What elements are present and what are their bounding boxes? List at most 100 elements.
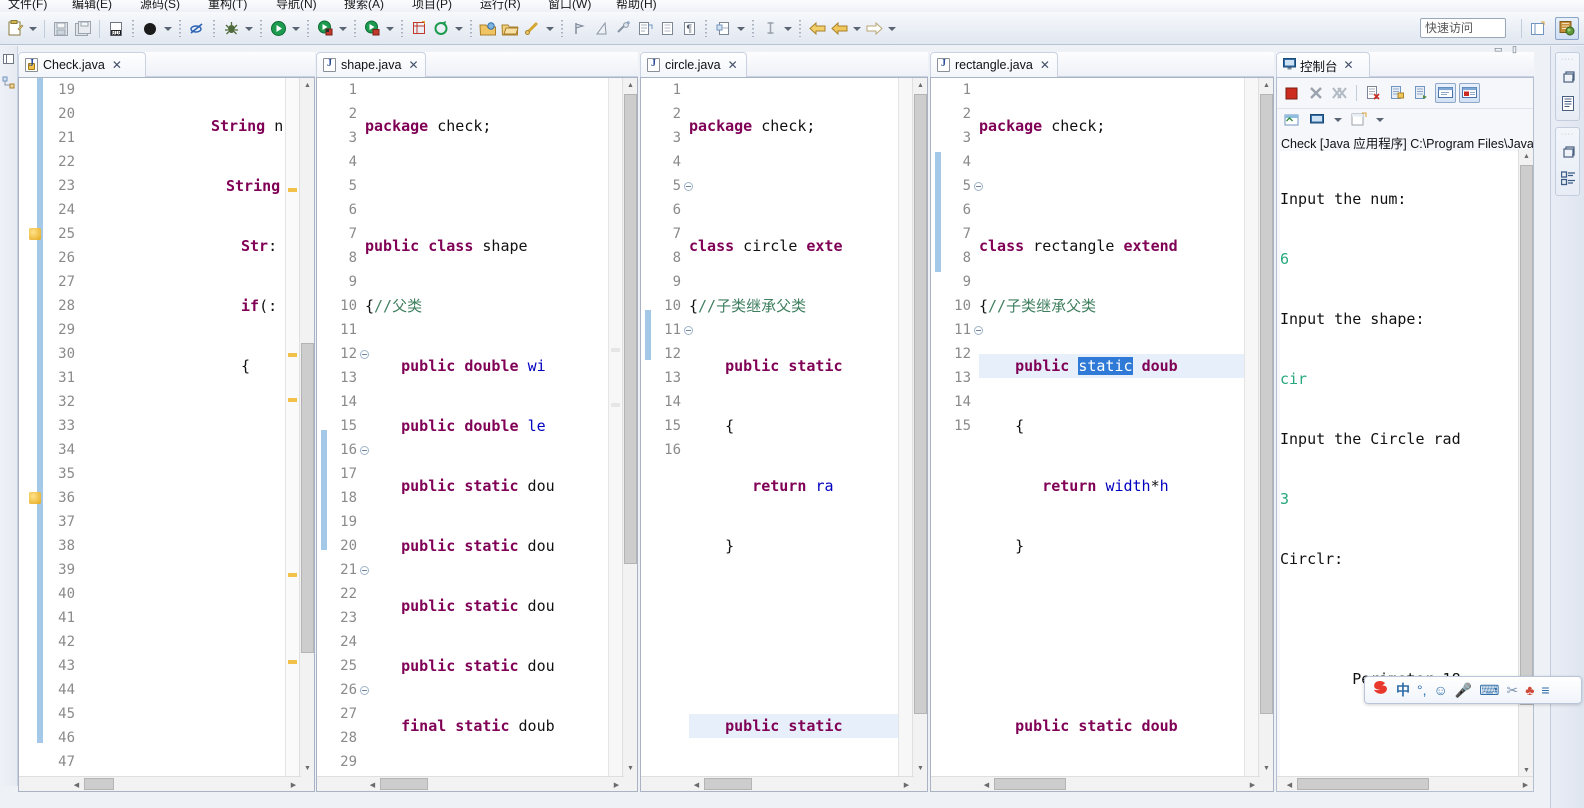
scrollbar-thumb[interactable] bbox=[84, 778, 114, 790]
rectangle-code-area[interactable]: 1 2 3 4 5 6 7 8 9 10 11 12 13 14 15 pack… bbox=[930, 77, 1274, 792]
ime-toolbox-icon[interactable]: ♣ bbox=[1525, 683, 1534, 697]
open-console-dropdown[interactable] bbox=[1331, 110, 1344, 130]
scroll-down-arrow[interactable]: ▼ bbox=[913, 761, 927, 776]
scroll-up-arrow[interactable]: ▲ bbox=[1259, 78, 1273, 93]
scroll-up-arrow[interactable]: ▲ bbox=[300, 78, 314, 93]
scrollbar-thumb[interactable] bbox=[704, 778, 752, 790]
scroll-down-arrow[interactable]: ▼ bbox=[623, 761, 637, 776]
scrollbar-thumb[interactable] bbox=[380, 778, 428, 790]
horizontal-scrollbar[interactable]: ◀ ▶ bbox=[19, 776, 301, 791]
menu-item-window[interactable]: 窗口(W) bbox=[548, 0, 591, 12]
ime-screenshot-icon[interactable]: ✂ bbox=[1506, 683, 1518, 697]
vertical-scrollbar[interactable]: ▲ ▼ bbox=[622, 78, 637, 791]
save-all-icon[interactable] bbox=[72, 17, 94, 41]
pin-editor-icon[interactable] bbox=[634, 17, 656, 41]
scroll-down-arrow[interactable]: ▼ bbox=[300, 761, 314, 776]
new-console-dropdown[interactable] bbox=[1373, 110, 1386, 130]
sogou-ime-toolbar[interactable]: 中 °, ☺ 🎤 ⌨ ✂ ♣ ≡ bbox=[1364, 676, 1582, 704]
code-text[interactable]: package check; class rectangle extend {/… bbox=[979, 78, 1244, 791]
overview-ruler[interactable] bbox=[285, 78, 299, 791]
menu-item-help[interactable]: 帮助(H) bbox=[616, 0, 657, 12]
new-console-view-icon[interactable] bbox=[1348, 110, 1369, 130]
vertical-scrollbar[interactable]: ▲ ▼ bbox=[912, 78, 927, 791]
view-minimize-icon[interactable]: ▭ bbox=[1494, 44, 1503, 55]
horizontal-scrollbar[interactable]: ◀ ▶ bbox=[641, 776, 914, 791]
menu-item-navigate[interactable]: 导航(N) bbox=[276, 0, 317, 12]
tab-circle-java[interactable]: circle.java ✕ bbox=[640, 52, 747, 77]
run-dropdown[interactable] bbox=[289, 17, 302, 41]
scroll-lock-icon[interactable] bbox=[1387, 83, 1408, 103]
scroll-left-arrow[interactable]: ◀ bbox=[1282, 777, 1297, 791]
disable-breakpoint-icon[interactable] bbox=[186, 17, 208, 41]
sogou-logo-icon[interactable] bbox=[1371, 679, 1389, 702]
ime-menu-icon[interactable]: ≡ bbox=[1541, 683, 1549, 697]
scrollbar-thumb[interactable] bbox=[1520, 165, 1533, 705]
next-dropdown[interactable] bbox=[885, 17, 898, 41]
new-wizard-dropdown[interactable] bbox=[26, 17, 39, 41]
skip-dropdown[interactable] bbox=[161, 17, 174, 41]
scroll-right-arrow[interactable]: ▶ bbox=[899, 777, 914, 791]
menu-item-search[interactable]: 搜索(A) bbox=[344, 0, 384, 12]
scroll-left-arrow[interactable]: ◀ bbox=[689, 777, 704, 791]
scroll-up-arrow[interactable]: ▲ bbox=[623, 78, 637, 93]
tab-rectangle-java[interactable]: rectangle.java ✕ bbox=[930, 52, 1058, 77]
debug-dropdown[interactable] bbox=[242, 17, 255, 41]
word-wrap-icon[interactable] bbox=[1411, 83, 1432, 103]
open-console-icon[interactable] bbox=[1306, 110, 1327, 130]
ime-soft-keyboard-icon[interactable]: ⌨ bbox=[1479, 683, 1499, 697]
scroll-right-arrow[interactable]: ▶ bbox=[1245, 777, 1260, 791]
warning-icon[interactable] bbox=[29, 492, 41, 504]
backward-icon[interactable] bbox=[806, 17, 828, 41]
show-whitespace-icon[interactable]: ¶ bbox=[678, 17, 700, 41]
circle-code-area[interactable]: 1 2 3 4 5 6 7 8 9 10 11 12 13 14 15 16 p… bbox=[640, 77, 928, 792]
toggle-breakpoint-icon[interactable]: 010 bbox=[105, 17, 127, 41]
task-list-icon[interactable] bbox=[1556, 166, 1580, 190]
drag-handle[interactable]: ···· bbox=[1556, 56, 1579, 63]
scrollbar-thumb[interactable] bbox=[994, 778, 1066, 790]
toggle-block-selection-icon[interactable] bbox=[656, 17, 678, 41]
horizontal-scrollbar[interactable]: ◀ ▶ bbox=[317, 776, 624, 791]
horizontal-scrollbar[interactable]: ◀ ▶ bbox=[931, 776, 1260, 791]
view-maximize-icon[interactable]: ▯ bbox=[1512, 44, 1517, 55]
code-text[interactable]: package check; class circle exte {//子类继承… bbox=[689, 78, 899, 791]
last-edit-icon[interactable] bbox=[612, 17, 634, 41]
new-wizard-icon[interactable] bbox=[4, 17, 26, 41]
menu-item-file[interactable]: 文件(F) bbox=[8, 0, 47, 12]
restore-icon[interactable] bbox=[1556, 140, 1580, 164]
back-navigate-icon[interactable] bbox=[759, 17, 781, 41]
remove-launch-icon[interactable] bbox=[1305, 83, 1326, 103]
scrollbar-thumb[interactable] bbox=[1260, 94, 1273, 714]
menu-item-project[interactable]: 项目(P) bbox=[412, 0, 452, 12]
close-icon[interactable]: ✕ bbox=[728, 58, 738, 72]
forward-dropdown[interactable] bbox=[850, 17, 863, 41]
debug-icon[interactable] bbox=[220, 17, 242, 41]
skip-all-breakpoints-icon[interactable] bbox=[139, 17, 161, 41]
next-annotation-icon[interactable] bbox=[568, 17, 590, 41]
overview-ruler[interactable] bbox=[1244, 78, 1258, 791]
hierarchy-icon[interactable] bbox=[2, 76, 16, 90]
code-text[interactable]: package check; public class shape {//父类 … bbox=[365, 78, 605, 791]
overview-ruler[interactable] bbox=[898, 78, 912, 791]
new-package-dropdown[interactable] bbox=[452, 17, 465, 41]
new-package-icon[interactable] bbox=[430, 17, 452, 41]
remove-all-terminated-icon[interactable] bbox=[1329, 83, 1350, 103]
scroll-up-arrow[interactable]: ▲ bbox=[1519, 149, 1533, 164]
open-resource-icon[interactable] bbox=[499, 17, 521, 41]
toggle-mark-occurrences-icon[interactable] bbox=[712, 17, 734, 41]
link-dropdown[interactable] bbox=[543, 17, 556, 41]
outline-icon[interactable] bbox=[1556, 91, 1580, 115]
scroll-left-arrow[interactable]: ◀ bbox=[69, 777, 84, 791]
ime-voice-input-icon[interactable]: 🎤 bbox=[1455, 683, 1472, 697]
show-console-on-output-icon[interactable] bbox=[1435, 83, 1456, 103]
clear-console-icon[interactable] bbox=[1363, 83, 1384, 103]
vertical-scrollbar[interactable]: ▲ ▼ bbox=[299, 78, 314, 791]
ime-mode-chinese[interactable]: 中 bbox=[1396, 683, 1410, 697]
shape-code-area[interactable]: 1 2 3 4 5 6 7 8 9 10 11 12 13 14 15 16 1… bbox=[316, 77, 638, 792]
close-icon[interactable]: ✕ bbox=[112, 58, 122, 72]
menu-item-run[interactable]: 运行(R) bbox=[480, 0, 521, 12]
occurrences-dropdown[interactable] bbox=[734, 17, 747, 41]
package-explorer-icon[interactable] bbox=[2, 52, 16, 66]
scrollbar-thumb[interactable] bbox=[301, 343, 314, 653]
scroll-left-arrow[interactable]: ◀ bbox=[365, 777, 380, 791]
ime-punctuation-toggle[interactable]: °, bbox=[1417, 683, 1427, 697]
